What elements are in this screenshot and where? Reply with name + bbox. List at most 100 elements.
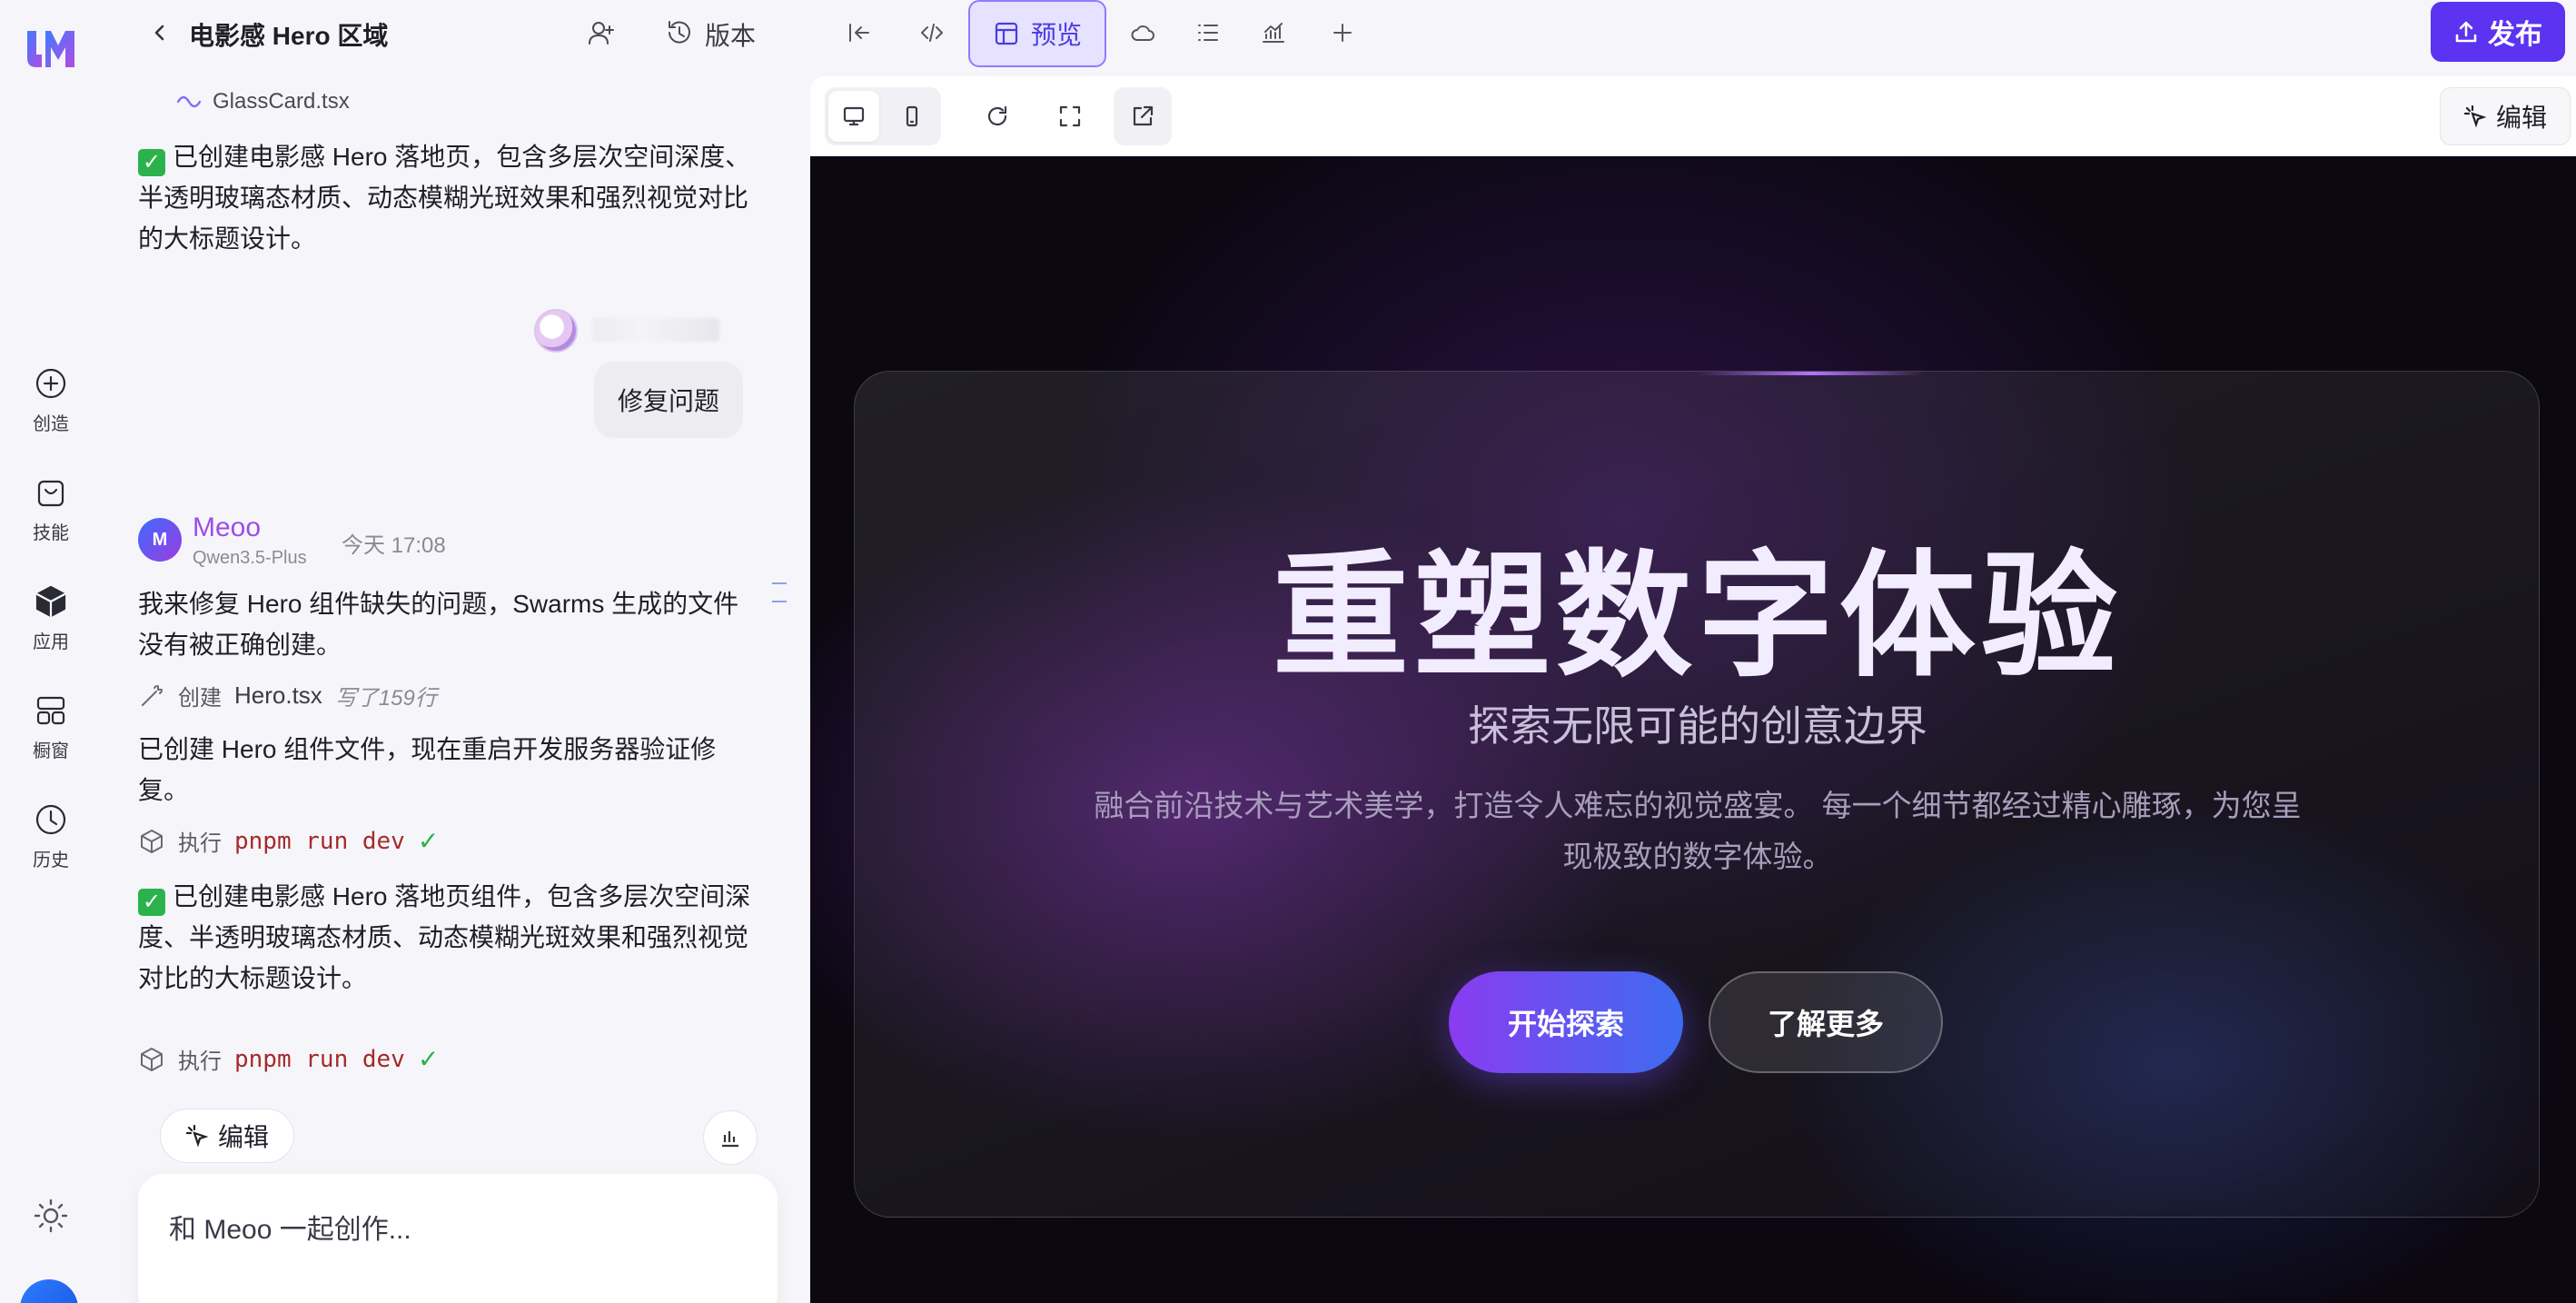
action-verb: 创建 — [178, 686, 222, 711]
plus-circle-icon — [35, 368, 66, 399]
project-title: 电影感 Hero 区域 — [189, 22, 389, 50]
list-icon — [1198, 25, 1218, 41]
cube-icon — [35, 585, 66, 618]
chat-header: 电影感 Hero 区域 版本 — [102, 0, 810, 65]
action-verb: 执行 — [178, 1049, 222, 1074]
analytics-button[interactable] — [1252, 13, 1295, 53]
bot-name: Meoo — [193, 512, 262, 542]
hero-title: 重塑数字体验 — [1272, 540, 2123, 692]
tab-preview[interactable]: 预览 — [968, 0, 1106, 67]
check-icon: ✓ — [138, 889, 165, 916]
learn-more-label: 了解更多 — [1767, 1008, 1884, 1040]
package-icon — [141, 1047, 163, 1071]
refresh-icon — [987, 105, 1007, 126]
user-avatar[interactable] — [20, 1279, 78, 1303]
cloud-button[interactable] — [1121, 13, 1164, 53]
action-command: pnpm run dev — [234, 1045, 405, 1073]
file-chip[interactable]: GlassCard.tsx — [176, 89, 350, 114]
wave-icon — [176, 95, 202, 108]
list-button[interactable] — [1186, 13, 1230, 53]
history-icon — [669, 21, 690, 44]
preview-toolbar: 编辑 — [810, 76, 2576, 156]
rail-item-label: 技能 — [33, 523, 69, 543]
refresh-button[interactable] — [968, 87, 1026, 145]
rail-item-skills[interactable]: 技能 — [15, 474, 87, 565]
rail-item-apps[interactable]: 应用 — [15, 583, 87, 674]
cursor-click-icon — [185, 1124, 209, 1148]
user-message-bubble: 修复问题 — [594, 362, 743, 438]
bot-model: Qwen3.5-Plus — [193, 548, 307, 568]
cloud-icon — [1131, 25, 1154, 41]
invite-user-button[interactable] — [583, 15, 619, 51]
collapse-panel-button[interactable] — [837, 13, 881, 53]
explore-button[interactable]: 开始探索 — [1449, 971, 1683, 1073]
assistant-summary: ✓ 已创建电影感 Hero 落地页，包含多层次空间深度、半透明玻璃态材质、动态模糊… — [138, 136, 756, 259]
fullscreen-button[interactable] — [1041, 87, 1099, 145]
check-icon: ✓ — [417, 827, 440, 855]
package-icon — [141, 829, 163, 853]
external-link-icon — [1133, 105, 1154, 126]
summary-text: 已创建电影感 Hero 落地页，包含多层次空间深度、半透明玻璃态材质、动态模糊光… — [138, 143, 751, 253]
explore-label: 开始探索 — [1507, 1008, 1624, 1040]
publish-button[interactable]: 发布 — [2431, 2, 2565, 62]
plus-icon — [1333, 24, 1352, 42]
layout-icon — [995, 22, 1018, 45]
rail-item-label: 橱窗 — [33, 741, 69, 761]
chat-panel: 电影感 Hero 区域 版本 GlassCard.tsx ✓ 已创建电影感 Her… — [102, 0, 810, 1303]
publish-label: 发布 — [2488, 20, 2542, 50]
collapse-left-icon — [849, 24, 869, 42]
mobile-view-button[interactable] — [887, 91, 937, 142]
composer-placeholder: 和 Meoo 一起创作... — [169, 1215, 411, 1245]
chart-line-icon — [1263, 23, 1284, 43]
add-tab-button[interactable] — [1321, 13, 1364, 53]
phone-icon — [906, 105, 918, 127]
visual-edit-label: 编辑 — [2495, 104, 2547, 132]
assistant-reply: 我来修复 Hero 组件缺失的问题，Swarms 生成的文件没有被正确创建。 — [138, 590, 739, 659]
learn-more-button[interactable]: 了解更多 — [1709, 971, 1943, 1073]
upload-icon — [2455, 21, 2477, 43]
assistant-summary: ✓ 已创建电影感 Hero 落地页组件，包含多层次空间深度、半透明玻璃态材质、动态… — [138, 876, 756, 999]
bot-avatar: M — [138, 518, 182, 562]
user-message-text: 修复问题 — [617, 387, 719, 415]
check-icon: ✓ — [417, 1045, 440, 1073]
clock-icon — [35, 804, 66, 835]
chevron-left-icon — [154, 25, 164, 41]
tab-preview-label: 预览 — [1030, 21, 1082, 49]
rail-item-showcase[interactable]: 橱窗 — [15, 692, 87, 783]
version-label[interactable]: 版本 — [705, 16, 756, 53]
create-file-action[interactable]: 创建 Hero.tsx 写了159行 — [138, 680, 437, 711]
desktop-view-button[interactable] — [828, 91, 879, 142]
bag-icon — [37, 480, 64, 507]
exec-command-action[interactable]: 执行 pnpm run dev ✓ — [138, 1043, 439, 1075]
code-view-button[interactable] — [910, 13, 954, 53]
edit-chip-button[interactable]: 编辑 — [160, 1109, 294, 1163]
device-toggle — [825, 87, 941, 145]
stats-button[interactable] — [703, 1110, 758, 1165]
scroll-indicator-icon[interactable] — [768, 582, 790, 603]
bar-chart-icon — [722, 1131, 738, 1148]
action-command: pnpm run dev — [234, 827, 405, 855]
open-external-button[interactable] — [1114, 87, 1172, 145]
exec-command-action[interactable]: 执行 pnpm run dev ✓ — [138, 825, 439, 857]
hero-subtitle: 探索无限可能的创意边界 — [1468, 702, 1927, 750]
rail-item-history[interactable]: 历史 — [15, 801, 87, 892]
rail-item-label: 创造 — [33, 414, 69, 434]
edit-chip-label: 编辑 — [217, 1123, 269, 1151]
user-plus-icon — [589, 22, 614, 45]
glass-highlight-line — [1698, 372, 1925, 375]
hero-glass-card: 重塑数字体验 探索无限可能的创意边界 融合前沿技术与艺术美学，打造令人难忘的视觉… — [854, 371, 2540, 1218]
rail-item-create[interactable]: 创造 — [15, 365, 87, 456]
app-logo[interactable] — [22, 18, 80, 76]
grid-icon — [36, 696, 65, 725]
left-rail: 创造 技能 应用 橱窗 历史 — [0, 0, 102, 1303]
action-file: Hero.tsx — [234, 681, 322, 709]
theme-toggle-icon[interactable] — [33, 1198, 69, 1234]
preview-canvas: 重塑数字体验 探索无限可能的创意边界 融合前沿技术与艺术美学，打造令人难忘的视觉… — [810, 156, 2576, 1303]
version-history-button[interactable] — [661, 15, 698, 51]
check-icon: ✓ — [138, 149, 165, 176]
message-composer[interactable]: 和 Meoo 一起创作... — [138, 1174, 778, 1303]
back-button[interactable] — [142, 15, 178, 51]
monitor-icon — [843, 106, 865, 126]
user-name-redacted — [592, 318, 719, 342]
visual-edit-button[interactable]: 编辑 — [2440, 87, 2571, 145]
